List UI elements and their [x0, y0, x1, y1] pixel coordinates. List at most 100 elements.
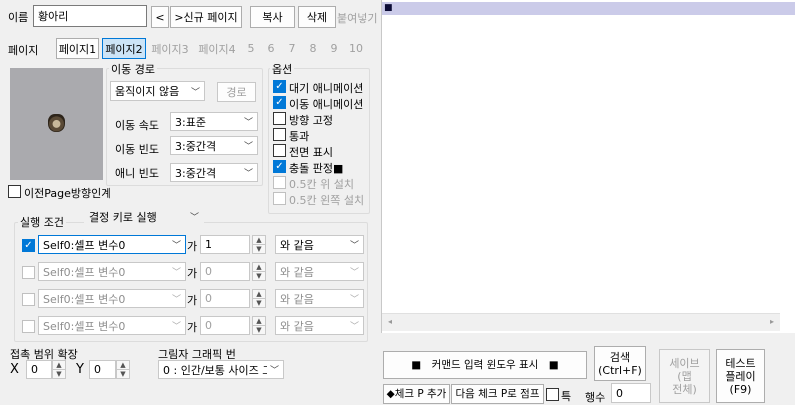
new-page-button[interactable]: >신규 페이지 [170, 6, 242, 28]
scroll-left-icon[interactable]: ◂ [388, 317, 392, 326]
tab-page-4[interactable]: 페이지4 [195, 38, 239, 59]
contact-x-label: X [10, 362, 19, 377]
option-label: 방향 고정 [289, 114, 333, 127]
condition-operator-select[interactable]: 와 같음 ﹀ [275, 235, 364, 254]
contact-x-spinner[interactable]: ▲ ▼ [52, 360, 66, 379]
option-checkbox[interactable] [273, 128, 286, 141]
tab-page-10[interactable]: 10 [345, 38, 367, 59]
chevron-down-icon: ﹀ [349, 295, 359, 305]
option-label: 통과 [289, 130, 310, 143]
chevron-down-icon: ﹀ [243, 142, 253, 152]
condition-operator-select[interactable]: 와 같음 ﹀ [275, 289, 364, 308]
option-checkbox[interactable] [273, 144, 286, 157]
move-speed-label: 이동 속도 [115, 119, 159, 132]
condition-value-spinner[interactable]: ▲ ▼ [252, 289, 266, 308]
condition-value-input[interactable]: 1 [200, 235, 250, 254]
condition-variable-select[interactable]: Self0:셀프 변수0 ﹀ [38, 316, 186, 335]
condition-operator-select[interactable]: 와 같음 ﹀ [275, 316, 364, 335]
tab-page-1[interactable]: 페이지1 [56, 38, 99, 59]
contact-x-input[interactable]: 0 [26, 360, 52, 379]
tab-page-3[interactable]: 페이지3 [148, 38, 192, 59]
scroll-right-icon[interactable]: ▸ [770, 317, 774, 326]
pot-sprite-icon [48, 114, 65, 132]
next-check-point-button[interactable]: 다음 체크 P로 점프 [451, 384, 544, 404]
condition-value-spinner[interactable]: ▲ ▼ [252, 262, 266, 281]
contact-y-spinner[interactable]: ▲ ▼ [116, 360, 130, 379]
move-type-select[interactable]: 움직이지 않음 ﹀ [110, 81, 205, 101]
chevron-down-icon: ﹀ [349, 322, 359, 332]
prev-page-dir-checkbox[interactable] [8, 185, 21, 198]
condition-value-input[interactable]: 0 [200, 289, 250, 308]
shadow-select[interactable]: 0 : 인간/보통 사이즈 그림자﹀ [158, 360, 284, 379]
option-checkbox[interactable]: ✓ [273, 80, 286, 93]
trigger-select[interactable]: 결정 키로 실행 ﹀ [84, 207, 204, 226]
condition-variable-select[interactable]: Self0:셀프 변수0 ﹀ [38, 235, 186, 254]
route-button[interactable]: 경로 [217, 82, 256, 102]
chevron-down-icon: ﹀ [189, 213, 199, 223]
selected-line[interactable] [382, 2, 795, 15]
contact-y-input[interactable]: 0 [89, 360, 116, 379]
option-label: 0.5칸 위 설치 [289, 178, 354, 191]
event-command-list[interactable]: ■ ◂ ▸ [381, 0, 795, 333]
page-label: 페이지 [8, 44, 39, 57]
condition-checkbox[interactable] [22, 266, 35, 279]
condition-variable-select[interactable]: Self0:셀프 변수0 ﹀ [38, 262, 186, 281]
chevron-down-icon: ﹀ [269, 366, 279, 376]
graphic-preview[interactable] [10, 68, 103, 180]
move-speed-select[interactable]: 3:표준 ﹀ [170, 112, 258, 131]
name-label: 이름 [8, 11, 29, 24]
condition-checkbox[interactable] [22, 320, 35, 333]
condition-ga-label: 가 [187, 294, 198, 307]
prev-page-button[interactable]: < [151, 6, 169, 28]
option-checkbox[interactable]: ✓ [273, 96, 286, 109]
copy-button[interactable]: 복사 [250, 6, 295, 28]
add-check-point-button[interactable]: ◆체크 P 추가 [383, 384, 450, 404]
tab-page-5[interactable]: 5 [242, 38, 260, 59]
condition-ga-label: 가 [187, 267, 198, 280]
tab-page-2[interactable]: 페이지2 [102, 38, 146, 59]
line-count-label: 행수 [585, 391, 606, 404]
contact-y-label: Y [76, 362, 84, 377]
anim-freq-label: 애니 빈도 [115, 167, 159, 180]
save-map-button[interactable]: 세이브 (맵 전체) [659, 349, 710, 403]
search-button[interactable]: 검색 (Ctrl+F) [594, 346, 646, 381]
tab-page-6[interactable]: 6 [262, 38, 280, 59]
test-play-button[interactable]: 테스트 플레이 (F9) [716, 349, 765, 403]
command-input-window-button[interactable]: ■ 커맨드 입력 윈도우 표시 ■ [383, 351, 587, 379]
condition-variable-select[interactable]: Self0:셀프 변수0 ﹀ [38, 289, 186, 308]
condition-value-input[interactable]: 0 [200, 316, 250, 335]
name-input[interactable]: 황아리 [33, 5, 147, 27]
tab-page-9[interactable]: 9 [325, 38, 343, 59]
delete-button[interactable]: 삭제 [298, 6, 336, 28]
anim-freq-select[interactable]: 3:중간격 ﹀ [170, 163, 258, 182]
chevron-down-icon: ﹀ [171, 241, 181, 251]
option-label: 대기 애니메이션 [289, 82, 364, 95]
special-checkbox[interactable] [546, 388, 559, 401]
exec-condition-title: 실행 조건 [18, 214, 66, 230]
option-checkbox[interactable] [273, 112, 286, 125]
option-checkbox[interactable] [273, 192, 286, 205]
chevron-down-icon: ﹀ [171, 322, 181, 332]
condition-value-spinner[interactable]: ▲ ▼ [252, 316, 266, 335]
condition-value-spinner[interactable]: ▲ ▼ [252, 235, 266, 254]
option-checkbox[interactable]: ✓ [273, 160, 286, 173]
condition-ga-label: 가 [187, 240, 198, 253]
chevron-down-icon: ﹀ [349, 268, 359, 278]
options-title: 옵션 [270, 61, 295, 77]
line-count-input[interactable]: 0 [611, 383, 651, 403]
chevron-down-icon: ﹀ [349, 241, 359, 251]
paste-button[interactable]: 붙여넣기 [337, 10, 378, 26]
move-freq-label: 이동 빈도 [115, 143, 159, 156]
tab-page-8[interactable]: 8 [304, 38, 322, 59]
option-checkbox[interactable] [273, 176, 286, 189]
move-freq-select[interactable]: 3:중간격 ﹀ [170, 136, 258, 155]
condition-operator-select[interactable]: 와 같음 ﹀ [275, 262, 364, 281]
tab-page-7[interactable]: 7 [283, 38, 301, 59]
condition-checkbox[interactable]: ✓ [22, 239, 35, 252]
prev-page-dir-label: 이전Page방향인계 [24, 187, 110, 200]
condition-value-input[interactable]: 0 [200, 262, 250, 281]
condition-checkbox[interactable] [22, 293, 35, 306]
move-route-title: 이동 경로 [109, 61, 157, 77]
horizontal-scrollbar[interactable]: ◂ ▸ [382, 313, 780, 331]
special-label: 특 [561, 390, 572, 403]
